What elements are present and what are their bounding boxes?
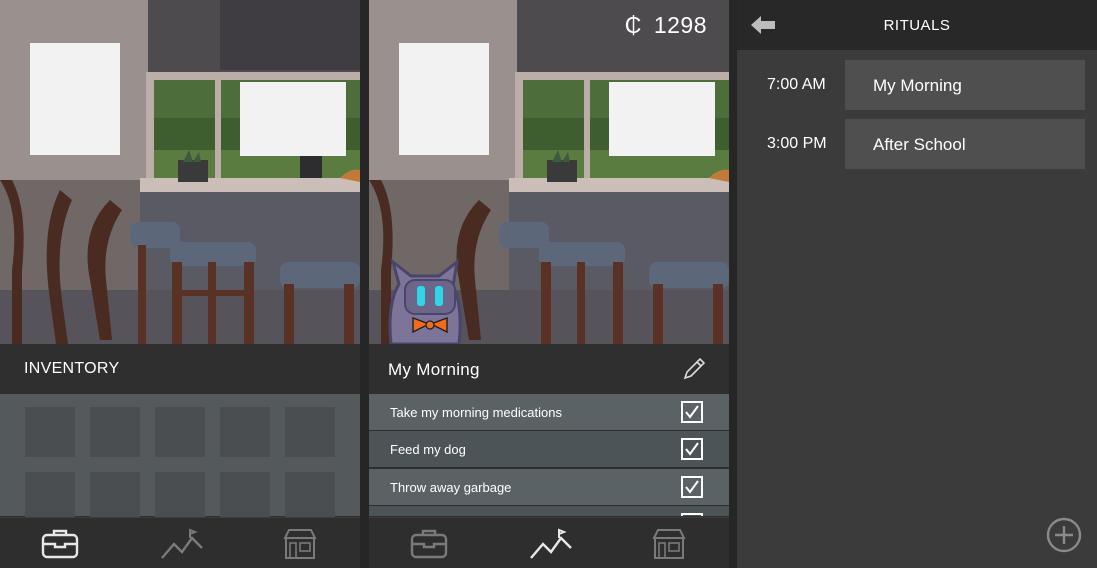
ritual-header: My Morning	[369, 344, 729, 393]
inventory-slot[interactable]	[285, 407, 335, 457]
currency-display: ₵ 1298	[625, 12, 707, 39]
coin-icon: ₵	[624, 12, 642, 38]
checkmark-icon	[685, 442, 699, 456]
task-row[interactable]: Feed my dog	[369, 431, 729, 467]
ritual-time: 3:00 PM	[767, 135, 827, 152]
nav-rituals-button[interactable]	[160, 526, 203, 562]
task-checkbox[interactable]	[681, 438, 703, 460]
task-row-partial[interactable]	[369, 506, 729, 516]
rituals-title: RITUALS	[883, 17, 951, 34]
inventory-header: INVENTORY	[0, 344, 360, 393]
task-checkbox[interactable]	[681, 401, 703, 423]
task-checkbox[interactable]	[681, 513, 703, 516]
nav-inventory-button[interactable]	[40, 526, 80, 562]
task-label: Feed my dog	[390, 442, 466, 457]
store-icon	[652, 529, 686, 559]
currency-amount: 1298	[653, 12, 707, 38]
rituals-path-icon	[530, 528, 572, 559]
pencil-icon	[683, 357, 706, 380]
ritual-list-item: 7:00 AM My Morning	[737, 60, 1097, 110]
rituals-top-bar: RITUALS	[737, 0, 1097, 50]
nav-inventory-button[interactable]	[409, 526, 449, 562]
edit-ritual-button[interactable]	[681, 356, 707, 382]
inventory-box-icon	[41, 529, 79, 559]
inventory-slot[interactable]	[285, 472, 335, 522]
inventory-slot[interactable]	[25, 472, 75, 522]
inventory-slot[interactable]	[155, 472, 205, 522]
photo-placeholder-right	[240, 82, 346, 156]
ritual-name-button[interactable]: My Morning	[845, 60, 1085, 110]
checkmark-icon	[685, 480, 699, 494]
photo-placeholder-left	[399, 43, 489, 155]
task-label: Throw away garbage	[390, 480, 512, 495]
bottom-nav	[369, 517, 729, 568]
photo-placeholder-right	[609, 82, 715, 156]
inventory-grid	[0, 394, 360, 522]
inventory-slot[interactable]	[25, 407, 75, 457]
task-label: Take my morning medications	[390, 405, 562, 420]
ritual-time: 7:00 AM	[767, 76, 826, 93]
ritual-list-item: 3:00 PM After School	[737, 119, 1097, 169]
inventory-slot[interactable]	[220, 472, 270, 522]
ritual-detail-screen: ₵ 1298 My Morning Take my morning medicat…	[369, 0, 729, 568]
task-checkbox[interactable]	[681, 476, 703, 498]
plus-circle-icon	[1046, 517, 1082, 553]
inventory-slot[interactable]	[220, 407, 270, 457]
bottom-nav	[0, 517, 360, 568]
task-row[interactable]: Throw away garbage	[369, 469, 729, 505]
task-row[interactable]: Take my morning medications	[369, 394, 729, 430]
store-icon	[283, 529, 317, 559]
kitchen-scene	[0, 0, 360, 344]
add-ritual-button[interactable]	[1046, 517, 1082, 553]
nav-store-button[interactable]	[651, 526, 691, 562]
ritual-title: My Morning	[388, 360, 480, 379]
rituals-list-screen: RITUALS 7:00 AM My Morning 3:00 PM After…	[737, 0, 1097, 568]
checkmark-icon	[685, 405, 699, 419]
photo-placeholder-left	[30, 43, 120, 155]
nav-rituals-button[interactable]	[529, 526, 572, 562]
inventory-slot[interactable]	[90, 472, 140, 522]
inventory-slot[interactable]	[90, 407, 140, 457]
inventory-slot[interactable]	[155, 407, 205, 457]
inventory-screen: INVENTORY	[0, 0, 360, 568]
inventory-title: INVENTORY	[24, 360, 120, 377]
ritual-name-button[interactable]: After School	[845, 119, 1085, 169]
kitchen-scene: ₵ 1298	[369, 0, 729, 344]
inventory-box-icon	[410, 529, 448, 559]
task-list: Take my morning medications Feed my dog …	[369, 394, 729, 516]
rituals-path-icon	[161, 528, 203, 559]
nav-store-button[interactable]	[282, 526, 322, 562]
